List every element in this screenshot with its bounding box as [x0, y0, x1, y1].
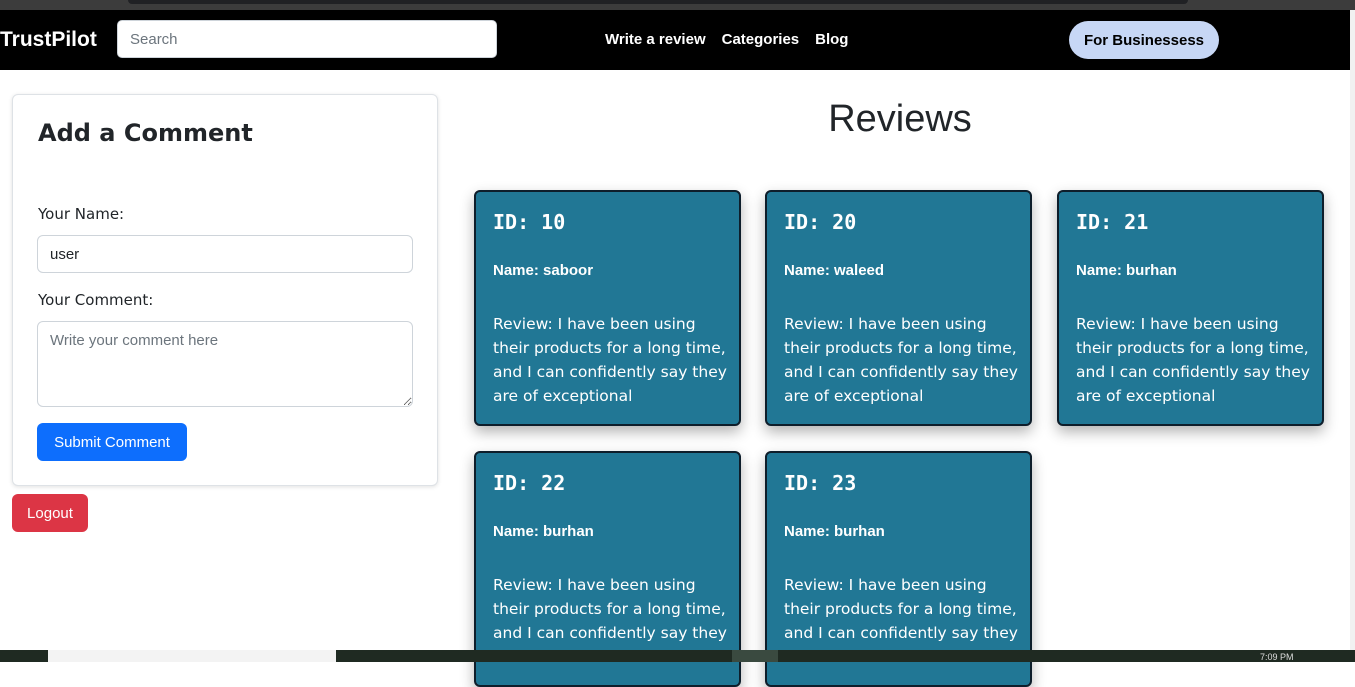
- for-businesses-button[interactable]: For Businessess: [1069, 21, 1219, 59]
- page-scrollbar[interactable]: [1350, 10, 1355, 650]
- review-id: ID: 23: [784, 471, 857, 495]
- browser-bar: [128, 0, 1188, 4]
- comment-label: Your Comment:: [38, 291, 154, 309]
- review-text: Review: I have been using their products…: [493, 576, 727, 642]
- navbar: TrustPilot Write a review Categories Blo…: [0, 10, 1350, 70]
- name-label: Your Name:: [38, 205, 125, 223]
- taskbar-search-box[interactable]: [48, 650, 336, 662]
- os-taskbar: 7:09 PM: [0, 650, 1355, 662]
- nav-link-blog[interactable]: Blog: [815, 31, 848, 48]
- review-card: ID: 10 Name: saboor Review: I have been …: [474, 190, 741, 426]
- browser-top-strip: [0, 0, 1355, 10]
- submit-comment-button[interactable]: Submit Comment: [37, 423, 187, 461]
- nav-link-categories[interactable]: Categories: [722, 31, 800, 48]
- comment-form-card: Add a Comment Your Name: Your Comment: S…: [12, 94, 438, 486]
- review-text: Review: I have been using their products…: [784, 576, 1018, 642]
- comment-textarea[interactable]: [37, 321, 413, 407]
- review-name: Name: burhan: [784, 523, 885, 540]
- review-name: Name: burhan: [493, 523, 594, 540]
- review-text: Review: I have been using their products…: [493, 315, 727, 405]
- review-text: Review: I have been using their products…: [1076, 315, 1310, 405]
- review-name: Name: burhan: [1076, 262, 1177, 279]
- comment-form-title: Add a Comment: [38, 119, 253, 147]
- search-input[interactable]: [117, 20, 497, 58]
- brand-logo[interactable]: TrustPilot: [0, 28, 97, 52]
- review-card: ID: 20 Name: waleed Review: I have been …: [765, 190, 1032, 426]
- nav-links: Write a review Categories Blog: [605, 31, 848, 48]
- reviews-title: Reviews: [828, 98, 972, 140]
- review-id: ID: 20: [784, 210, 857, 234]
- review-id: ID: 21: [1076, 210, 1149, 234]
- review-name: Name: saboor: [493, 262, 594, 279]
- taskbar-active-app[interactable]: [732, 650, 778, 662]
- review-id: ID: 22: [493, 471, 566, 495]
- taskbar-clock: 7:09 PM: [1260, 652, 1294, 662]
- review-id: ID: 10: [493, 210, 566, 234]
- review-card: ID: 21 Name: burhan Review: I have been …: [1057, 190, 1324, 426]
- review-name: Name: waleed: [784, 262, 885, 279]
- review-text: Review: I have been using their products…: [784, 315, 1018, 405]
- nav-link-write-review[interactable]: Write a review: [605, 31, 706, 48]
- name-input[interactable]: [37, 235, 413, 273]
- logout-button[interactable]: Logout: [12, 494, 88, 532]
